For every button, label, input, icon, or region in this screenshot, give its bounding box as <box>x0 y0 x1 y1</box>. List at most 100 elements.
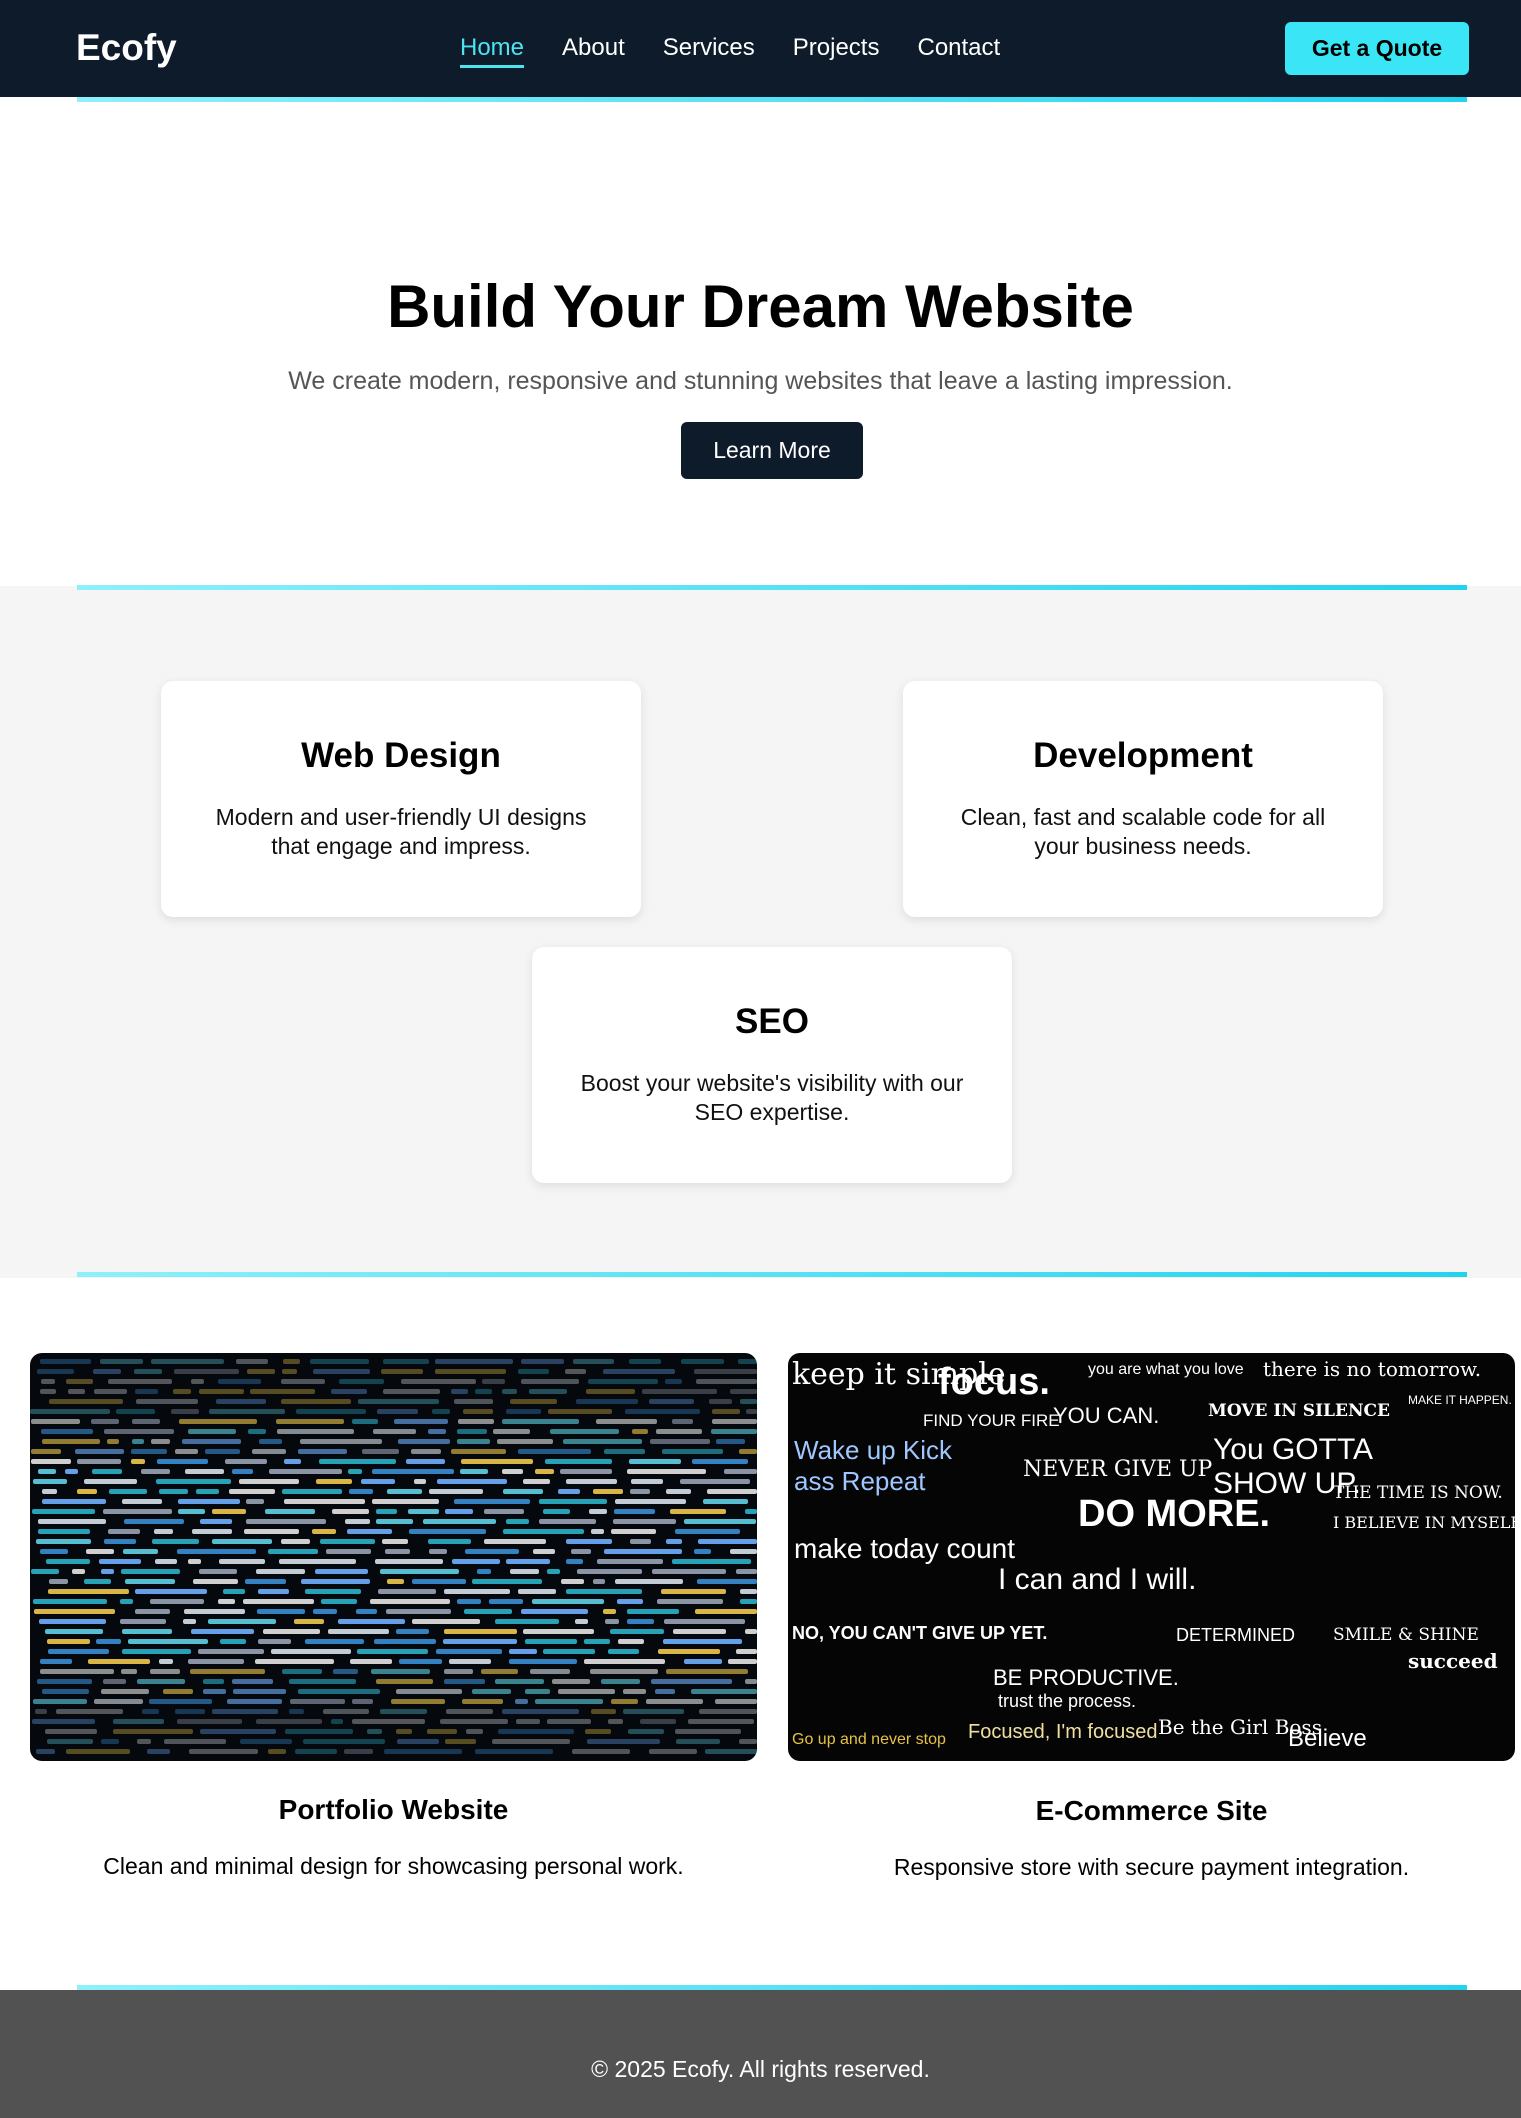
code-token <box>665 1489 692 1494</box>
code-token <box>408 1529 486 1534</box>
get-quote-button[interactable]: Get a Quote <box>1285 22 1469 75</box>
code-token <box>296 1409 367 1414</box>
code-token <box>90 1419 120 1424</box>
code-token <box>744 1629 757 1634</box>
code-token <box>312 1609 338 1614</box>
code-token <box>199 1569 237 1574</box>
code-token <box>181 1439 241 1444</box>
code-token <box>140 1469 170 1474</box>
code-token <box>131 1439 144 1444</box>
code-token <box>745 1509 757 1514</box>
projects-section: Portfolio Website Clean and minimal desi… <box>0 1278 1521 1990</box>
code-token <box>320 1599 357 1604</box>
code-token <box>423 1519 496 1524</box>
code-token <box>255 1719 322 1724</box>
code-token <box>737 1359 757 1364</box>
code-token <box>304 1589 361 1594</box>
code-token <box>572 1359 614 1364</box>
code-token <box>666 1539 683 1544</box>
brand-logo[interactable]: Ecofy <box>76 26 177 70</box>
code-token <box>245 1579 287 1584</box>
code-token <box>56 1709 124 1714</box>
code-token <box>83 1579 112 1584</box>
code-token <box>170 1409 199 1414</box>
code-token <box>400 1379 476 1384</box>
code-token <box>724 1469 757 1474</box>
code-token <box>298 1449 347 1454</box>
code-token <box>202 1679 225 1684</box>
code-token <box>656 1429 702 1434</box>
code-token <box>100 1569 115 1574</box>
code-token <box>456 1439 491 1444</box>
code-token <box>528 1389 568 1394</box>
code-token <box>38 1519 107 1524</box>
code-token <box>361 1479 395 1484</box>
code-token <box>134 1589 207 1594</box>
code-token <box>510 1569 540 1574</box>
code-token <box>134 1389 159 1394</box>
code-token <box>178 1509 205 1514</box>
learn-more-button[interactable]: Learn More <box>681 422 863 479</box>
code-token <box>525 1639 577 1644</box>
code-token <box>432 1409 451 1414</box>
section-divider <box>77 585 1467 590</box>
code-token <box>257 1609 306 1614</box>
code-token <box>593 1489 623 1494</box>
code-token <box>695 1609 757 1614</box>
code-token <box>289 1679 357 1684</box>
code-token <box>347 1529 393 1534</box>
code-token <box>40 1669 114 1674</box>
moodboard-word: trust the process. <box>998 1691 1137 1711</box>
code-token <box>164 1739 227 1744</box>
code-token <box>560 1469 612 1474</box>
code-token <box>100 1689 150 1694</box>
code-token <box>652 1569 727 1574</box>
code-token <box>74 1449 124 1454</box>
code-token <box>41 1429 93 1434</box>
code-token <box>288 1709 304 1714</box>
code-token <box>595 1419 658 1424</box>
code-token <box>142 1709 159 1714</box>
nav-link-home[interactable]: Home <box>460 33 525 68</box>
code-token <box>483 1539 547 1544</box>
code-token <box>614 1499 687 1504</box>
nav-link-contact[interactable]: Contact <box>917 33 1000 63</box>
code-token <box>664 1619 745 1624</box>
code-token <box>604 1619 620 1624</box>
code-token <box>250 1389 316 1394</box>
code-token <box>39 1359 92 1364</box>
code-token <box>92 1469 122 1474</box>
nav-link-about[interactable]: About <box>562 33 625 63</box>
code-token <box>269 1469 343 1474</box>
code-token <box>323 1709 369 1714</box>
code-token <box>35 1749 56 1754</box>
code-token <box>191 1379 204 1384</box>
project-image-code[interactable] <box>30 1353 757 1761</box>
code-token <box>482 1379 505 1384</box>
code-token <box>464 1549 519 1554</box>
code-token <box>120 1669 137 1674</box>
moodboard-word: MOVE IN SILENCE <box>1208 1401 1390 1421</box>
nav-link-projects[interactable]: Projects <box>793 33 880 63</box>
code-token <box>397 1739 439 1744</box>
code-token <box>379 1709 427 1714</box>
code-token <box>357 1649 428 1654</box>
moodboard-word: I can and I will. <box>998 1563 1197 1596</box>
code-token <box>345 1519 371 1524</box>
code-token <box>122 1499 162 1504</box>
moodboard-word: you are what you love <box>1088 1361 1244 1378</box>
code-token <box>285 1729 353 1734</box>
code-token <box>584 1729 612 1734</box>
code-token <box>47 1639 90 1644</box>
code-token <box>561 1579 584 1584</box>
project-image-moodboard[interactable]: keep it simple focus. you are what you lov… <box>788 1353 1515 1761</box>
code-token <box>384 1549 410 1554</box>
code-token <box>566 1539 612 1544</box>
code-token <box>414 1479 427 1484</box>
code-token <box>276 1419 345 1424</box>
moodboard-word: THE TIME IS NOW. <box>1333 1483 1503 1503</box>
nav-link-services[interactable]: Services <box>663 33 755 63</box>
service-card-web-design: Web Design Modern and user-friendly UI d… <box>161 681 641 917</box>
moodboard-word: I BELIEVE IN MYSELF <box>1333 1513 1515 1532</box>
code-token <box>45 1559 90 1564</box>
